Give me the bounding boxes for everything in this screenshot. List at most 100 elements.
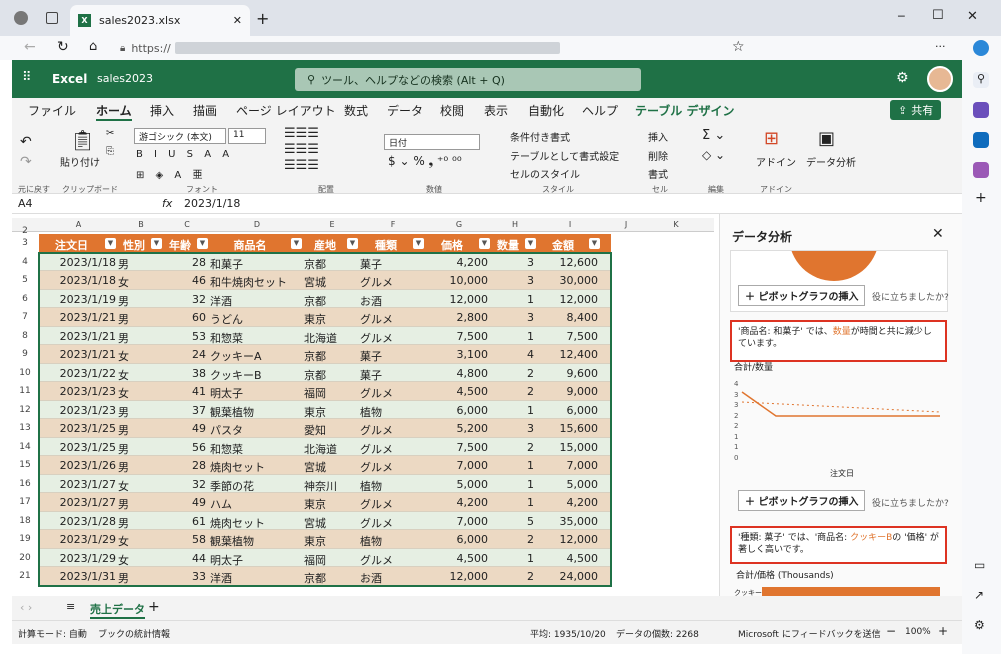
table-cell[interactable]: クッキーA: [210, 348, 300, 364]
table-cell[interactable]: 神奈川: [304, 478, 356, 494]
menu-home[interactable]: ホーム: [96, 102, 132, 121]
table-header-cell[interactable]: 性別: [118, 237, 150, 253]
font-name-select[interactable]: 游ゴシック (本文): [134, 128, 226, 144]
row-number[interactable]: 16: [12, 479, 38, 489]
table-cell[interactable]: 宮城: [304, 515, 356, 531]
filter-dropdown-icon[interactable]: ▼: [105, 238, 116, 249]
maximize-button[interactable]: ☐: [932, 8, 944, 23]
row-number[interactable]: 2: [12, 226, 38, 236]
table-cell[interactable]: 37: [164, 404, 206, 417]
table-cell[interactable]: 植物: [360, 533, 422, 549]
table-cell[interactable]: 東京: [304, 496, 356, 512]
table-cell[interactable]: 京都: [304, 367, 356, 383]
border-fill-icons[interactable]: ⊞ ◈ A 亜: [136, 166, 206, 181]
table-cell[interactable]: 12,000: [538, 533, 599, 546]
workbook-stats[interactable]: ブックの統計情報: [98, 627, 170, 640]
table-header-cell[interactable]: 数量: [492, 237, 524, 253]
table-header-cell[interactable]: 産地: [304, 237, 346, 253]
table-header-cell[interactable]: 注文日: [39, 237, 104, 253]
table-cell[interactable]: 53: [164, 330, 206, 343]
filter-dropdown-icon[interactable]: ▼: [413, 238, 424, 249]
table-format-button[interactable]: テーブルとして書式設定: [510, 148, 619, 163]
table-cell[interactable]: 福岡: [304, 552, 356, 568]
more-icon[interactable]: ···: [935, 40, 946, 53]
table-cell[interactable]: 2023/1/23: [39, 404, 116, 417]
table-cell[interactable]: 男: [118, 459, 160, 475]
table-cell[interactable]: 洋酒: [210, 570, 300, 586]
filter-dropdown-icon[interactable]: ▼: [291, 238, 302, 249]
table-cell[interactable]: 1: [492, 330, 534, 343]
table-header-cell[interactable]: 金額: [538, 237, 588, 253]
table-cell[interactable]: 季節の花: [210, 478, 300, 494]
table-cell[interactable]: 京都: [304, 293, 356, 309]
table-cell[interactable]: 2023/1/18: [39, 274, 116, 287]
table-cell[interactable]: 7,000: [538, 459, 599, 472]
row-number[interactable]: 20: [12, 553, 38, 563]
table-cell[interactable]: 北海道: [304, 330, 356, 346]
window-close-button[interactable]: ✕: [967, 9, 978, 24]
table-cell[interactable]: 4,200: [426, 256, 489, 269]
table-cell[interactable]: 菓子: [360, 348, 422, 364]
table-cell[interactable]: 京都: [304, 256, 356, 272]
zoom-level[interactable]: 100%: [905, 627, 931, 637]
table-cell[interactable]: 男: [118, 422, 160, 438]
table-cell[interactable]: 2: [492, 441, 534, 454]
table-cell[interactable]: 38: [164, 367, 206, 380]
table-cell[interactable]: 24,000: [538, 570, 599, 583]
table-cell[interactable]: 2023/1/28: [39, 515, 116, 528]
feedback-link[interactable]: Microsoft にフィードバックを送信: [738, 627, 881, 640]
table-cell[interactable]: 2,800: [426, 311, 489, 324]
table-cell[interactable]: 12,000: [426, 570, 489, 583]
table-cell[interactable]: グルメ: [360, 459, 422, 475]
col-J[interactable]: J: [602, 220, 650, 232]
table-cell[interactable]: グルメ: [360, 496, 422, 512]
settings-icon[interactable]: ⚙: [896, 70, 909, 86]
row-number[interactable]: 14: [12, 442, 38, 452]
table-cell[interactable]: 35,000: [538, 515, 599, 528]
table-cell[interactable]: グルメ: [360, 330, 422, 346]
share-button[interactable]: ⇪ 共有: [890, 100, 942, 120]
table-cell[interactable]: 4: [492, 348, 534, 361]
helpful-1[interactable]: 役に立ちましたか?: [872, 290, 949, 303]
filter-dropdown-icon[interactable]: ▼: [479, 238, 490, 249]
table-cell[interactable]: 7,500: [426, 441, 489, 454]
table-cell[interactable]: 2023/1/27: [39, 496, 116, 509]
back-icon[interactable]: ←: [24, 39, 36, 55]
copy-icon[interactable]: ⎘: [106, 146, 114, 157]
table-cell[interactable]: 1: [492, 552, 534, 565]
table-cell[interactable]: 2023/1/27: [39, 478, 116, 491]
table-cell[interactable]: 和牛焼肉セット: [210, 274, 300, 290]
tab-actions-icon[interactable]: [46, 12, 58, 24]
col-D[interactable]: D: [210, 220, 304, 232]
table-cell[interactable]: 60: [164, 311, 206, 324]
table-header-cell[interactable]: 年齢: [164, 237, 196, 253]
table-cell[interactable]: 5,200: [426, 422, 489, 435]
menu-table-design[interactable]: テーブル デザイン: [635, 102, 734, 119]
sheet-tab-sales[interactable]: 売上データ: [90, 601, 145, 619]
add-sidebar-icon[interactable]: +: [975, 190, 987, 206]
row-number[interactable]: 15: [12, 460, 38, 470]
office-icon[interactable]: [973, 102, 989, 118]
table-cell[interactable]: 1: [492, 478, 534, 491]
table-cell[interactable]: 3,100: [426, 348, 489, 361]
refresh-icon[interactable]: ↻: [57, 39, 69, 55]
row-number[interactable]: 17: [12, 497, 38, 507]
table-cell[interactable]: 2023/1/19: [39, 293, 116, 306]
table-cell[interactable]: グルメ: [360, 311, 422, 327]
table-cell[interactable]: 1: [492, 496, 534, 509]
table-header-cell[interactable]: 種類: [360, 237, 412, 253]
table-cell[interactable]: 28: [164, 256, 206, 269]
paste-icon[interactable]: 📋︎: [70, 128, 95, 152]
table-cell[interactable]: 12,000: [426, 293, 489, 306]
table-cell[interactable]: 41: [164, 385, 206, 398]
table-cell[interactable]: 3: [492, 256, 534, 269]
col-B[interactable]: B: [118, 220, 164, 232]
table-cell[interactable]: 和惣菜: [210, 330, 300, 346]
formula-input[interactable]: 2023/1/18: [184, 197, 240, 210]
table-cell[interactable]: 3: [492, 422, 534, 435]
table-cell[interactable]: 菓子: [360, 367, 422, 383]
table-cell[interactable]: 44: [164, 552, 206, 565]
table-cell[interactable]: 32: [164, 293, 206, 306]
table-cell[interactable]: 56: [164, 441, 206, 454]
delete-cell-button[interactable]: 削除: [648, 148, 668, 163]
